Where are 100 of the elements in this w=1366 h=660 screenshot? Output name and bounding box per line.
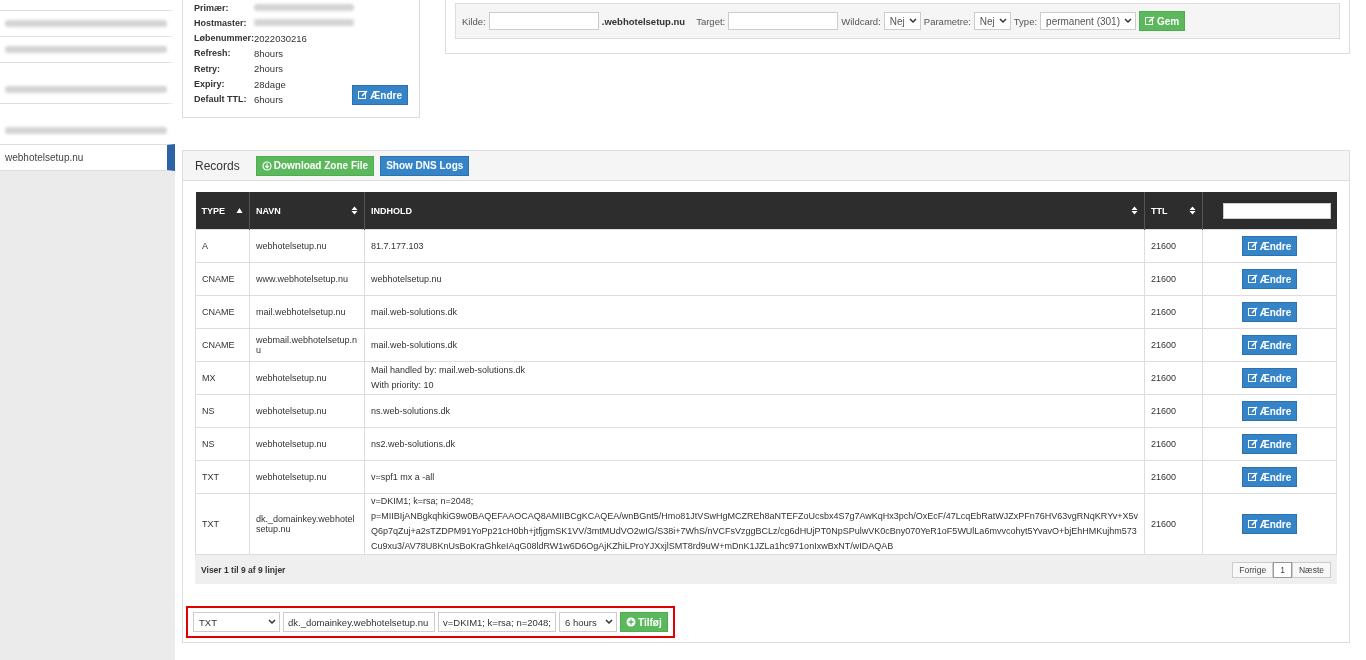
table-cell: CNAME [195,262,250,296]
table-cell: 21600 [1144,427,1203,461]
table-info: Viser 1 til 9 af 9 linjer [201,564,286,575]
field-value: 8hours [254,48,284,59]
sidebar-item[interactable] [0,10,175,36]
field-label: Refresh: [194,48,232,59]
name-field[interactable]: dk._domainkey.webhotelsetup.nu [283,612,435,632]
table-cell: 21600 [1144,295,1203,329]
edit-button[interactable]: Ændre [1241,302,1298,322]
table-cell: 21600 [1144,394,1203,428]
plus-circle-icon [626,617,636,627]
table-cell: webhotelsetup.nu [364,262,1145,296]
table-cell: 21600 [1144,328,1203,362]
sidebar-item[interactable] [0,36,175,62]
table-cell: 21600 [1144,493,1203,555]
page-button[interactable]: Næste [1291,561,1331,578]
table-cell: A [195,229,250,263]
type-select[interactable]: TXT [193,612,280,632]
sidebar-item[interactable] [0,103,175,144]
table-cell: mail.web-solutions.dk [364,295,1145,329]
sidebar-item[interactable]: webhotelsetup.nu [0,144,175,171]
field-label: Retry: [194,63,221,74]
ttl-select[interactable]: 6 hours [559,612,617,632]
edit-icon [358,90,369,100]
edit-button[interactable]: Ændre [1241,236,1298,256]
caret-icon [268,619,276,625]
caret-icon [998,18,1007,24]
search-field[interactable] [1222,202,1331,219]
table-cell: webhotelsetup.nu [249,394,365,428]
field-label: Løbenummer: [194,33,254,44]
field-label: Default TTL: [194,94,248,105]
edit-button[interactable]: Ændre [1241,335,1298,355]
table-cell: 21600 [1144,460,1203,494]
edit-button[interactable]: Ændre [1241,467,1298,487]
table-cell: ns2.web-solutions.dk [364,427,1145,461]
type-select[interactable]: permanent (301) [1040,12,1136,30]
column-header[interactable]: TTL [1144,192,1203,230]
table-cell: TXT [195,460,250,494]
edit-button[interactable]: Ændre [1241,514,1298,534]
table-cell: v=DKIM1; k=rsa; n=2048; p=MIIBIjANBgkqhkiG9w0BAQEFAAOCAQ8AMIIBCgKCAQEA/wnBGnt5/Hmo81JtVSwHgMCZREh8aNTEFZoUcsbx4S7g7AwKqHx3pch/OxEcF/47LcqEbRatWJZxPFn76HV63vgRNqKRYv+X5vQ6p7qZuj+a2sTZDPM91YoPp21cH0bh+jtfjgmSK1VV/3mtMUdVO2wIG/S38i+7WhS/nVCFsVzggBCLz/cg6dHUjPT0NpSPulwVK0cBny070YeR1oF5WUlLa6mvvcohyt5YvavO+bjEhHMKujhm573Cu9xu3/AV78U8KnUsBoKraGhkeIAqG08ldRW1w6D6OgAjKZhiLProYJXxjlSMT8rd9uW+mDnK1JZLa1hc971onIxwBxNT/wIDAQAB [364,493,1145,555]
edit-button[interactable]: Ændre [352,85,408,105]
table-cell: mail.web-solutions.dk [364,328,1145,362]
caret-icon [908,18,917,24]
field-label: Hostmaster: [194,17,248,28]
edit-button[interactable]: Ændre [1241,401,1298,421]
edit-icon [1247,241,1258,251]
edit-icon [1247,439,1258,449]
table-cell: NS [195,427,250,461]
field-label: Parametre: [923,15,971,27]
field-value: 2hours [254,63,284,75]
domain-suffix: .webhotelsetup.nu [601,15,686,27]
field-value: 28dage [254,78,286,90]
column-header[interactable]: TYPE [195,192,250,230]
table-cell: 81.7.177.103 [364,229,1145,263]
table-cell: webhotelsetup.nu [249,361,365,395]
field-label: Kilde: [462,15,486,27]
page-button[interactable]: Forrige [1232,561,1274,578]
caret-icon [605,619,613,625]
table-cell: webhotelsetup.nu [249,427,365,461]
table-cell: 21600 [1144,361,1203,395]
edit-icon [1247,340,1258,350]
edit-button[interactable]: Ændre [1241,434,1298,454]
caret-icon [1124,18,1132,24]
table-cell: NS [195,394,250,428]
table-cell: CNAME [195,328,250,362]
edit-icon [1247,307,1258,317]
table-cell: webhotelsetup.nu [249,460,365,494]
table-cell: 21600 [1144,262,1203,296]
sidebar-item[interactable] [0,62,175,103]
table-cell: ns.web-solutions.dk [364,394,1145,428]
wildcard-select[interactable]: Nej [883,12,921,30]
content-field[interactable]: v=DKIM1; k=rsa; n=2048; [438,612,556,632]
download-circle-icon [261,160,272,171]
field-label: Type: [1013,15,1038,27]
target-field[interactable] [728,12,839,30]
source-field[interactable] [488,12,599,30]
edit-button[interactable]: Ændre [1241,368,1298,388]
table-cell: CNAME [195,295,250,329]
edit-icon [1247,274,1258,284]
column-header[interactable]: NAVN [249,192,365,230]
page-button[interactable]: 1 [1273,561,1292,578]
field-value: 6hours [254,93,284,105]
table-cell: 21600 [1144,229,1203,263]
panel-title: Records [195,158,240,173]
table-cell: v=spf1 mx a -all [364,460,1145,494]
column-header[interactable]: INDHOLD [364,192,1145,230]
field-value: 2022030216 [254,32,307,44]
table-cell: Mail handled by: mail.web-solutions.dk With priority: 10 [364,361,1145,395]
edit-button[interactable]: Ændre [1241,269,1298,289]
table-cell: MX [195,361,250,395]
edit-icon [1247,519,1258,529]
parameters-select[interactable]: Nej [973,12,1011,30]
edit-icon [1247,406,1258,416]
table-cell: TXT [195,493,250,555]
field-label: Expiry: [194,79,226,90]
table-cell: webmail.webhotelsetup.nu [249,328,365,362]
table-cell: dk._domainkey.webhotelsetup.nu [249,493,365,555]
logs-button[interactable]: Show DNS Logs [380,155,470,176]
table-cell: www.webhotelsetup.nu [249,262,365,296]
edit-icon [1247,472,1258,482]
